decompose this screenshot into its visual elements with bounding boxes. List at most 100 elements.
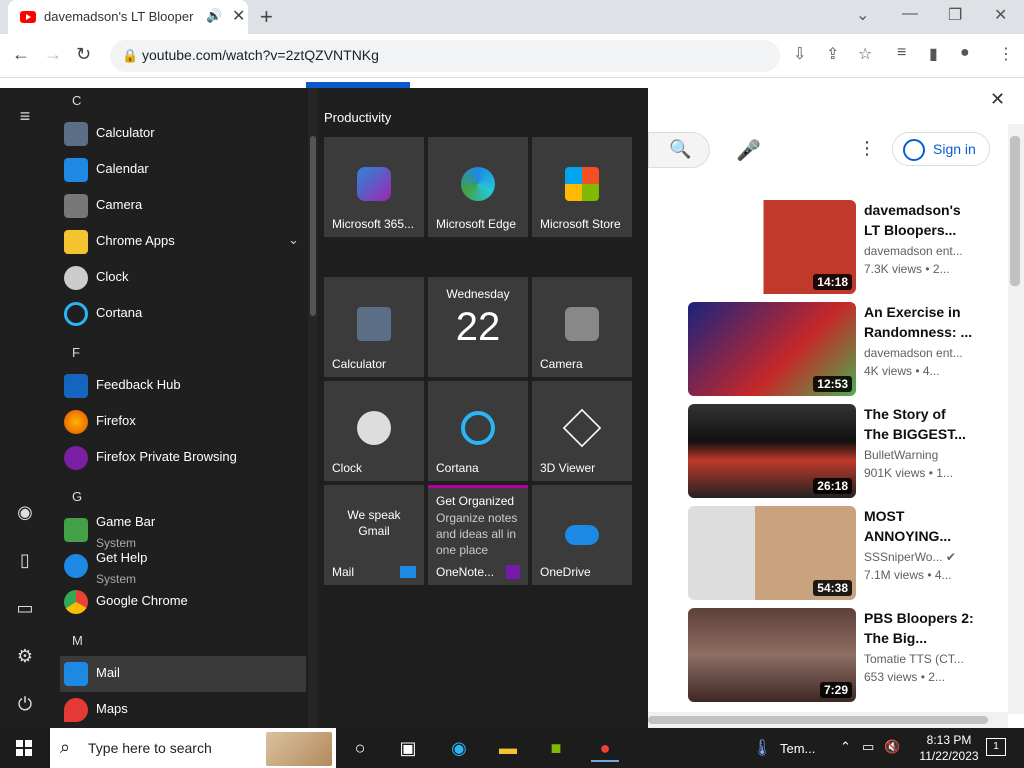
- pictures-icon[interactable]: ▭: [15, 598, 35, 619]
- clock-date[interactable]: 11/22/2023: [914, 749, 984, 763]
- tile-mail[interactable]: We speak Gmail Mail: [324, 485, 424, 585]
- lock-icon[interactable]: 🔒: [122, 48, 138, 64]
- close-tab-icon[interactable]: ✕: [232, 6, 245, 26]
- tile-microsoft-edge[interactable]: Microsoft Edge: [428, 137, 528, 237]
- app-google-chrome[interactable]: Google Chrome: [60, 584, 306, 620]
- letter-header[interactable]: F: [72, 345, 80, 360]
- browser-menu-icon[interactable]: ⋮: [998, 44, 1014, 64]
- microphone-icon[interactable]: 🎤: [736, 138, 761, 163]
- weather-text[interactable]: Tem...: [780, 741, 815, 756]
- hamburger-menu-icon[interactable]: ≡: [15, 106, 35, 127]
- app-calendar[interactable]: Calendar: [60, 152, 306, 188]
- taskbar-search-box[interactable]: ⌕ Type here to search: [50, 728, 336, 768]
- video-thumbnail[interactable]: 54:38: [688, 506, 856, 600]
- tile-microsoft-365[interactable]: Microsoft 365...: [324, 137, 424, 237]
- tile-clock[interactable]: Clock: [324, 381, 424, 481]
- bookmark-star-icon[interactable]: ☆: [858, 44, 872, 64]
- tab-search-icon[interactable]: ⌄: [856, 5, 869, 25]
- user-account-icon[interactable]: ◉: [15, 502, 35, 523]
- video-channel[interactable]: davemadson ent...: [864, 346, 963, 360]
- horizontal-scrollbar[interactable]: [648, 712, 1008, 728]
- tile-cortana[interactable]: Cortana: [428, 381, 528, 481]
- app-maps[interactable]: Maps: [60, 692, 306, 728]
- video-channel[interactable]: davemadson ent...: [864, 244, 963, 258]
- tile-microsoft-store[interactable]: Microsoft Store: [532, 137, 632, 237]
- video-thumbnail[interactable]: 7:29: [688, 608, 856, 702]
- video-thumbnail[interactable]: 14:18: [688, 200, 856, 294]
- app-clock[interactable]: Clock: [60, 260, 306, 296]
- share-icon[interactable]: ⇪: [826, 44, 839, 64]
- url-bar[interactable]: 🔒 youtube.com/watch?v=2ztQZVNTNKg: [110, 40, 780, 72]
- tile-onenote[interactable]: Get Organized Organize notes and ideas a…: [428, 485, 528, 585]
- app-cortana[interactable]: Cortana: [60, 296, 306, 332]
- app-list-scrollbar[interactable]: [308, 88, 318, 728]
- sign-in-button[interactable]: Sign in: [892, 132, 990, 166]
- app-camera[interactable]: Camera: [60, 188, 306, 224]
- settings-gear-icon[interactable]: ⚙: [15, 646, 35, 667]
- restore-button[interactable]: ❐: [948, 5, 962, 25]
- video-title[interactable]: davemadson's LT Bloopers...: [864, 200, 974, 240]
- back-button[interactable]: ←: [12, 44, 30, 65]
- scrollbar-thumb[interactable]: [1010, 136, 1020, 286]
- tile-onedrive[interactable]: OneDrive: [532, 485, 632, 585]
- letter-header[interactable]: C: [72, 93, 81, 108]
- tile-camera[interactable]: Camera: [532, 277, 632, 377]
- close-banner-icon[interactable]: ✕: [990, 89, 1005, 110]
- video-title[interactable]: PBS Bloopers 2: The Big...: [864, 608, 974, 648]
- network-icon[interactable]: ▭: [862, 739, 874, 755]
- video-item[interactable]: 54:38 MOST ANNOYING... SSSniperWo... ✔ 7…: [688, 506, 1018, 600]
- side-panel-icon[interactable]: ▮: [929, 44, 938, 64]
- windows-start-icon[interactable]: [16, 740, 32, 756]
- volume-muted-icon[interactable]: 🔇: [884, 739, 900, 755]
- video-title[interactable]: An Exercise in Randomness: ...: [864, 302, 974, 342]
- page-scrollbar[interactable]: [1008, 124, 1024, 714]
- scrollbar-thumb[interactable]: [310, 136, 316, 316]
- install-icon[interactable]: ⇩: [793, 44, 806, 64]
- tile-group-label[interactable]: Productivity: [324, 110, 391, 125]
- app-calculator[interactable]: Calculator: [60, 116, 306, 152]
- video-item[interactable]: 12:53 An Exercise in Randomness: ... dav…: [688, 302, 1018, 396]
- app-feedback-hub[interactable]: Feedback Hub: [60, 368, 306, 404]
- video-channel[interactable]: BulletWarning: [864, 448, 938, 462]
- store-taskbar-icon[interactable]: ■: [542, 734, 570, 762]
- new-tab-button[interactable]: +: [260, 4, 273, 30]
- app-get-help[interactable]: Get Help System: [60, 548, 306, 586]
- app-firefox[interactable]: Firefox: [60, 404, 306, 440]
- notification-icon[interactable]: 1: [986, 738, 1006, 756]
- media-controls-icon[interactable]: ≡: [897, 44, 906, 62]
- file-explorer-icon[interactable]: ▬: [494, 734, 522, 762]
- letter-header[interactable]: M: [72, 633, 83, 648]
- app-firefox-private[interactable]: Firefox Private Browsing: [60, 440, 306, 476]
- video-item[interactable]: 14:18 davemadson's LT Bloopers... davema…: [688, 200, 1018, 294]
- cortana-taskbar-icon[interactable]: ○: [346, 734, 374, 762]
- video-item[interactable]: 26:18 The Story of The BIGGEST... Bullet…: [688, 404, 1018, 498]
- close-window-button[interactable]: ✕: [994, 5, 1007, 25]
- chevron-up-icon[interactable]: ⌃: [840, 739, 851, 755]
- tile-calculator[interactable]: Calculator: [324, 277, 424, 377]
- video-title[interactable]: The Story of The BIGGEST...: [864, 404, 974, 444]
- video-channel[interactable]: SSSniperWo... ✔: [864, 550, 956, 564]
- video-title[interactable]: MOST ANNOYING...: [864, 506, 974, 546]
- video-thumbnail[interactable]: 12:53: [688, 302, 856, 396]
- letter-header[interactable]: G: [72, 489, 82, 504]
- profile-icon[interactable]: ●: [960, 44, 970, 62]
- tile-calendar[interactable]: Wednesday 22: [428, 277, 528, 377]
- more-options-icon[interactable]: ⋮: [858, 138, 876, 159]
- app-game-bar[interactable]: Game Bar System: [60, 512, 306, 550]
- chevron-down-icon[interactable]: ⌄: [288, 232, 299, 248]
- video-item[interactable]: 7:29 PBS Bloopers 2: The Big... Tomatie …: [688, 608, 1018, 702]
- thermometer-icon[interactable]: 🌡: [752, 738, 772, 758]
- task-view-icon[interactable]: ▣: [394, 734, 422, 762]
- chrome-taskbar-icon[interactable]: ●: [591, 734, 619, 762]
- app-chrome-apps[interactable]: Chrome Apps ⌄: [60, 224, 306, 260]
- clock-time[interactable]: 8:13 PM: [914, 733, 984, 747]
- scrollbar-thumb[interactable]: [648, 716, 988, 724]
- edge-taskbar-icon[interactable]: ◉: [445, 734, 473, 762]
- tile-3d-viewer[interactable]: 3D Viewer: [532, 381, 632, 481]
- documents-icon[interactable]: ▯: [15, 550, 35, 571]
- video-channel[interactable]: Tomatie TTS (CT...: [864, 652, 964, 666]
- browser-tab[interactable]: davemadson's LT Bloopers 2 🔊 ✕: [8, 0, 248, 34]
- reload-button[interactable]: ↻: [76, 44, 91, 65]
- power-icon[interactable]: ⏻: [15, 694, 35, 715]
- minimize-button[interactable]: —: [902, 5, 918, 23]
